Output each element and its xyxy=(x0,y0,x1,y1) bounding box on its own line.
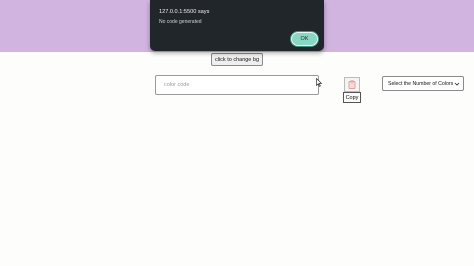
number-of-colors-select[interactable]: Select the Number of Colors xyxy=(382,76,464,91)
alert-title: 127.0.0.1:5500 says xyxy=(159,9,210,15)
alert-ok-button[interactable]: OK xyxy=(291,32,318,46)
mouse-cursor-icon xyxy=(316,78,322,87)
select-selected-value: Select the Number of Colors xyxy=(388,80,454,87)
alert-dialog: 127.0.0.1:5500 says No code generated OK xyxy=(150,0,324,51)
change-bg-button[interactable]: click to change bg xyxy=(211,53,263,66)
clipboard-icon xyxy=(348,80,356,89)
chevron-down-icon xyxy=(454,82,460,86)
copy-icon-button[interactable] xyxy=(344,77,360,92)
color-code-input[interactable] xyxy=(155,75,319,95)
alert-message: No code generated xyxy=(159,19,202,25)
copy-button[interactable]: Copy xyxy=(343,92,361,103)
